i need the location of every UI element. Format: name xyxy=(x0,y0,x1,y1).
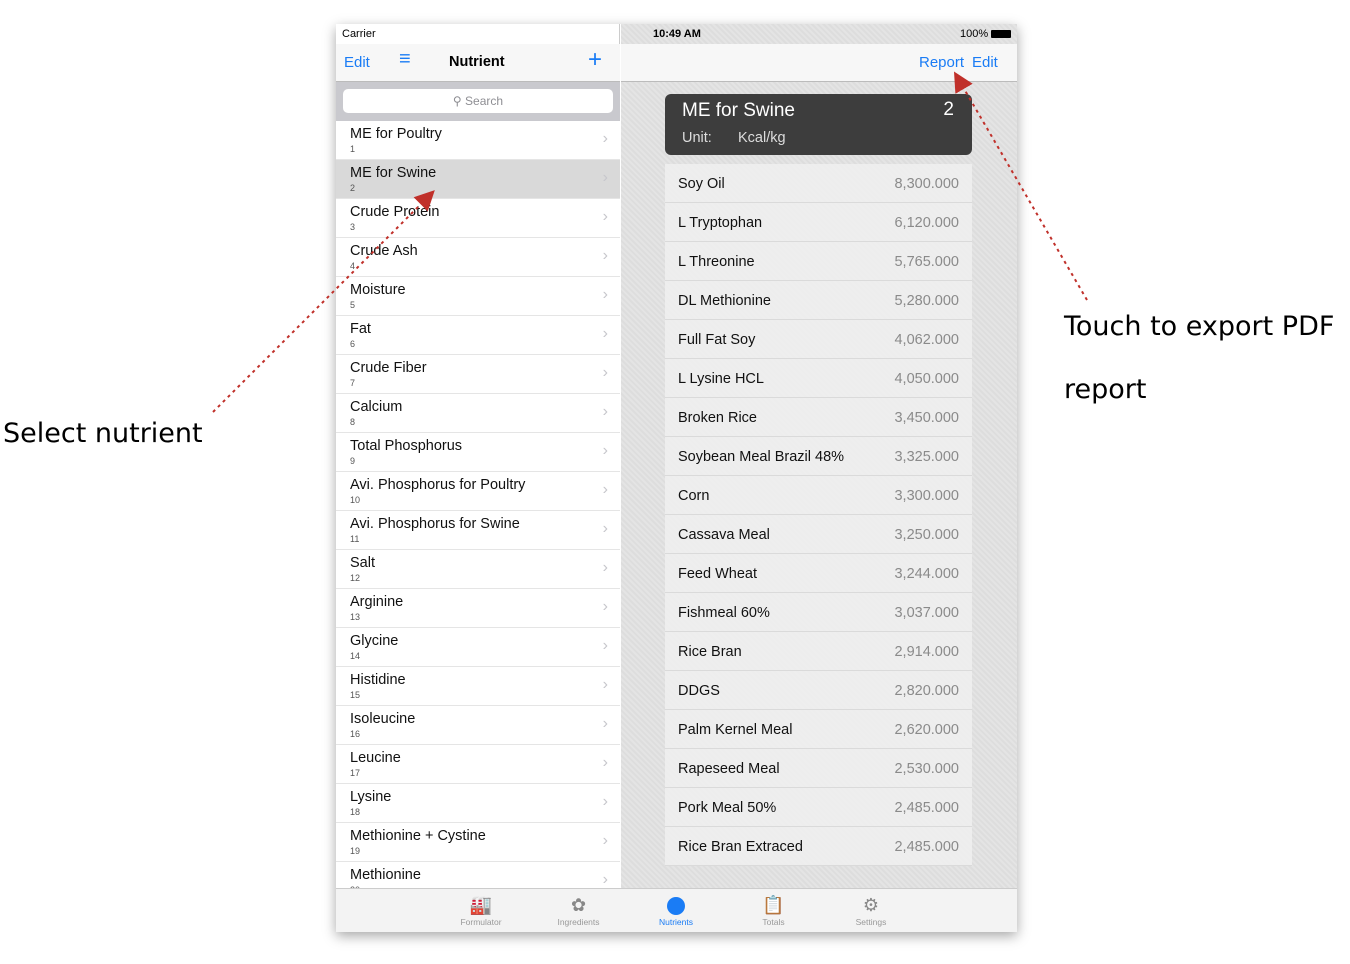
annotation-export-2: report xyxy=(1064,374,1147,405)
annotation-arrows xyxy=(212,71,1088,413)
annotation-select-nutrient: Select nutrient xyxy=(3,418,203,449)
arrow-report xyxy=(953,71,1088,301)
annotation-export-1: Touch to export PDF xyxy=(1064,311,1335,342)
arrow-select-nutrient xyxy=(212,190,435,413)
